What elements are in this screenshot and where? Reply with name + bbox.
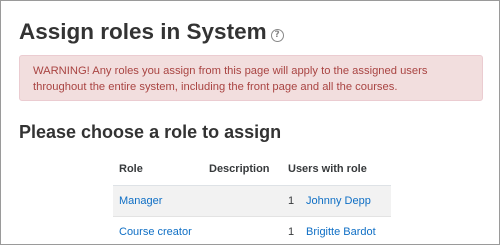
role-column-header: Role bbox=[113, 153, 203, 186]
role-link-course-creator[interactable]: Course creator bbox=[119, 226, 192, 238]
description-cell bbox=[203, 185, 282, 217]
user-link-johnny-depp[interactable]: Johnny Depp bbox=[306, 195, 371, 207]
warning-alert: WARNING! Any roles you assign from this … bbox=[19, 55, 483, 101]
user-link-brigitte-bardot[interactable]: Brigitte Bardot bbox=[306, 226, 376, 238]
table-row: Manager 1 Johnny Depp bbox=[113, 185, 391, 217]
table-header-row: Role Description Users with role bbox=[113, 153, 391, 186]
table-row: Course creator 1 Brigitte Bardot bbox=[113, 216, 391, 244]
page-title-text: Assign roles in System bbox=[19, 19, 267, 44]
description-column-header: Description bbox=[203, 153, 282, 186]
page-title: Assign roles in System? bbox=[19, 19, 284, 45]
description-cell bbox=[203, 216, 282, 244]
user-count: 1 bbox=[288, 195, 295, 207]
warning-alert-text: WARNING! Any roles you assign from this … bbox=[33, 65, 428, 93]
users-cell: 1 Brigitte Bardot bbox=[282, 216, 391, 244]
roles-table: Role Description Users with role Manager… bbox=[113, 153, 391, 244]
role-link-manager[interactable]: Manager bbox=[119, 195, 162, 207]
user-count: 1 bbox=[288, 226, 295, 238]
help-icon[interactable]: ? bbox=[270, 29, 284, 42]
page-frame: Assign roles in System? WARNING! Any rol… bbox=[0, 0, 500, 245]
role-cell: Course creator bbox=[113, 216, 203, 244]
role-cell: Manager bbox=[113, 185, 203, 217]
section-title: Please choose a role to assign bbox=[19, 122, 282, 142]
users-cell: 1 Johnny Depp bbox=[282, 185, 391, 217]
users-column-header: Users with role bbox=[282, 153, 391, 186]
